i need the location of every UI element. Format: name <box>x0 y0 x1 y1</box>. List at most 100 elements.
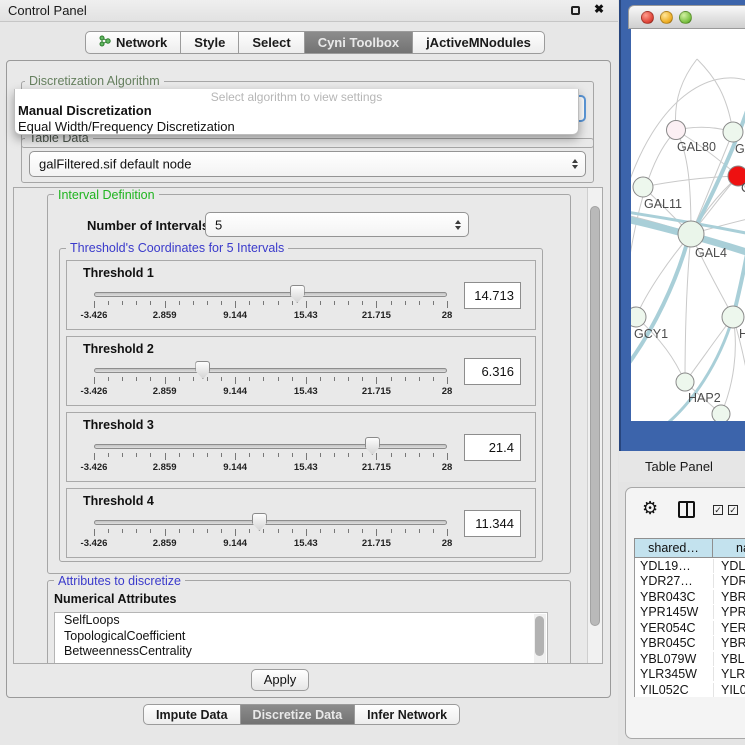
zoom-traffic-light-icon[interactable] <box>679 11 692 24</box>
tab-select[interactable]: Select <box>239 31 304 54</box>
threshold-rows: Threshold 1-3.4262.8599.14415.4321.71528… <box>60 249 542 564</box>
threshold-1-slider[interactable]: -3.4262.8599.14415.4321.71528 <box>94 292 447 321</box>
table-cell: YPR145W <box>635 605 713 619</box>
table-header-cell[interactable]: na <box>713 539 745 557</box>
network-node-label: GAL80 <box>677 140 716 154</box>
table-cell: YIL0 <box>713 683 745 697</box>
network-node-label-partial: GA <box>735 142 745 156</box>
threshold-3-value-field[interactable] <box>464 434 521 461</box>
tick-mark <box>447 453 448 460</box>
slider-tick-labels: -3.4262.8599.14415.4321.71528 <box>94 386 447 397</box>
attribute-item-selfloops[interactable]: SelfLoops <box>55 613 547 629</box>
tick-mark <box>108 453 109 457</box>
threshold-2-value-field[interactable] <box>464 358 521 385</box>
tab-network[interactable]: Network <box>85 31 181 54</box>
number-of-intervals-combobox[interactable]: 5 <box>205 212 469 237</box>
network-window-titlebar[interactable] <box>628 5 745 29</box>
scrollbar-thumb[interactable] <box>535 616 544 656</box>
bottom-tab-discretize-data[interactable]: Discretize Data <box>241 704 356 725</box>
bottom-tab-impute-data[interactable]: Impute Data <box>143 704 241 725</box>
tick-mark <box>235 301 236 308</box>
vertical-scrollbar[interactable] <box>587 188 602 663</box>
close-icon[interactable]: ✖ <box>594 2 604 16</box>
table-row[interactable]: YER054CYER0 <box>635 620 745 636</box>
tick-label: 9.144 <box>223 386 247 397</box>
numerical-attributes-list[interactable]: SelfLoopsTopologicalCoefficientBetweenne… <box>54 612 548 664</box>
tick-mark <box>150 301 151 305</box>
bottom-tab-label: Impute Data <box>156 708 228 722</box>
tick-mark <box>235 377 236 384</box>
settings-scroll-viewport: Interval Definition Number of Intervals … <box>13 187 603 664</box>
network-node-gcy1[interactable] <box>631 307 646 327</box>
table-row[interactable]: YDR27…YDR2 <box>635 574 745 590</box>
tick-mark <box>348 377 349 381</box>
attribute-item-topologicalcoefficient[interactable]: TopologicalCoefficient <box>55 629 547 645</box>
tick-mark <box>165 301 166 308</box>
network-node-hap2[interactable] <box>676 373 694 391</box>
threshold-3-slider[interactable]: -3.4262.8599.14415.4321.71528 <box>94 444 447 473</box>
network-edge-thick[interactable] <box>733 225 745 317</box>
tick-mark <box>320 453 321 457</box>
network-edge-thick[interactable] <box>631 236 689 367</box>
attributes-scrollbar[interactable] <box>534 614 546 664</box>
apply-button[interactable]: Apply <box>251 669 309 691</box>
bottom-tab-infer-network[interactable]: Infer Network <box>355 704 460 725</box>
scrollbar-thumb[interactable] <box>590 206 600 626</box>
table-row[interactable]: YBL079WYBL0 <box>635 651 745 667</box>
table-row[interactable]: YBR045CYBR0 <box>635 636 745 652</box>
network-edge[interactable] <box>643 176 738 187</box>
threshold-2-label: Threshold 2 <box>83 342 154 356</box>
network-node-gal80[interactable] <box>667 121 686 140</box>
tick-mark <box>334 529 335 533</box>
network-edge[interactable] <box>685 234 691 382</box>
network-node-gal4[interactable] <box>678 221 704 247</box>
number-of-intervals-label: Number of Intervals <box>87 218 209 233</box>
algorithm-option-manual-discretization[interactable]: Manual Discretization <box>17 103 576 118</box>
table-row[interactable]: YDL19…YDL1 <box>635 558 745 574</box>
network-node[interactable] <box>723 122 743 142</box>
network-node-label: HAP2 <box>688 391 721 405</box>
table-header-cell[interactable]: shared… <box>635 539 713 557</box>
tick-label: -3.426 <box>81 538 108 549</box>
columns-icon[interactable] <box>678 501 695 518</box>
tab-jactivemnodules[interactable]: jActiveMNodules <box>413 31 545 54</box>
network-canvas[interactable]: GAL80GAL11GAL4GCY1HHAP2GAC <box>631 29 745 421</box>
network-edge[interactable] <box>697 59 733 132</box>
threshold-4-slider[interactable]: -3.4262.8599.14415.4321.71528 <box>94 520 447 549</box>
table-row[interactable]: YIL052CYIL0 <box>635 682 745 697</box>
tick-label: 9.144 <box>223 310 247 321</box>
table-toolbar: ⚙ ✓ ✓ <box>626 488 745 534</box>
tick-mark <box>165 377 166 384</box>
tab-style[interactable]: Style <box>181 31 239 54</box>
attribute-item-betweennesscentrality[interactable]: BetweennessCentrality <box>55 644 547 660</box>
table-row[interactable]: YLR345WYLR3 <box>635 667 745 683</box>
tick-mark <box>278 453 279 457</box>
checkbox-icon[interactable]: ✓ <box>728 505 738 515</box>
tick-mark <box>221 529 222 533</box>
tick-mark <box>362 453 363 457</box>
table-data-combobox[interactable]: galFiltered.sif default node <box>29 151 586 177</box>
close-traffic-light-icon[interactable] <box>641 11 654 24</box>
algorithm-option-equal-width-frequency-discretization[interactable]: Equal Width/Frequency Discretization <box>17 119 576 134</box>
tick-mark <box>278 377 279 381</box>
network-node[interactable] <box>712 405 730 421</box>
table-data-value: galFiltered.sif default node <box>39 157 191 172</box>
threshold-1-value-field[interactable] <box>464 282 521 309</box>
table-cell: YDR27… <box>635 574 713 588</box>
table-row[interactable]: YBR043CYBR0 <box>635 589 745 605</box>
tick-mark <box>108 301 109 305</box>
threshold-2-slider[interactable]: -3.4262.8599.14415.4321.71528 <box>94 368 447 397</box>
tick-mark <box>94 453 95 460</box>
checkbox-icon[interactable]: ✓ <box>713 505 723 515</box>
network-node-h[interactable] <box>722 306 744 328</box>
minimize-traffic-light-icon[interactable] <box>660 11 673 24</box>
tick-mark <box>94 301 95 308</box>
tab-cyni-toolbox[interactable]: Cyni Toolbox <box>305 31 413 54</box>
network-node-gal11[interactable] <box>633 177 653 197</box>
tick-label: 15.43 <box>294 386 318 397</box>
threshold-4-value-field[interactable] <box>464 510 521 537</box>
gear-icon[interactable]: ⚙ <box>642 498 658 519</box>
tick-mark <box>193 529 194 533</box>
table-row[interactable]: YPR145WYPR1 <box>635 605 745 621</box>
float-window-icon[interactable] <box>571 6 580 15</box>
